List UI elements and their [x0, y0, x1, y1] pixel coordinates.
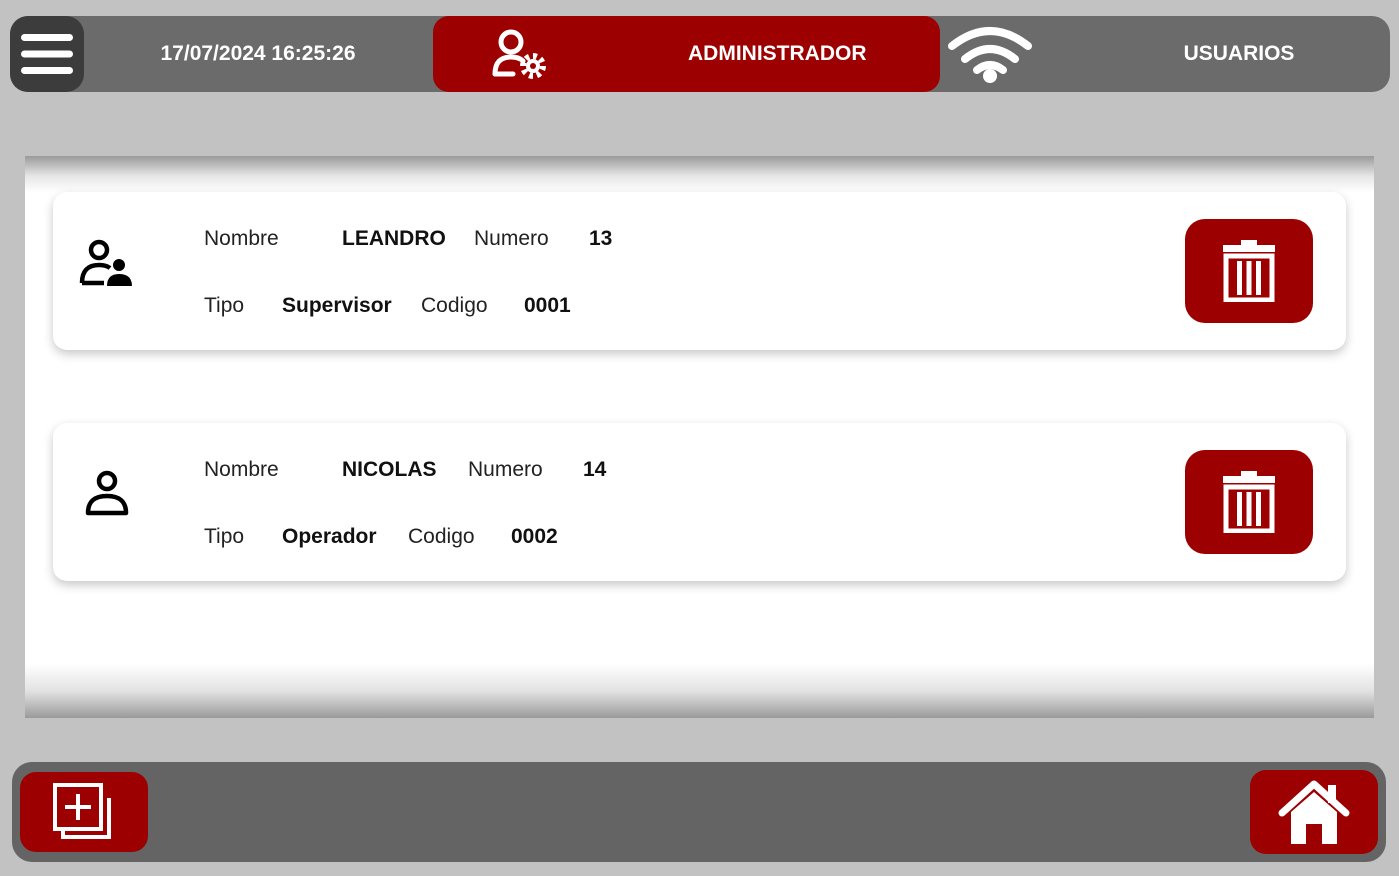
- supervisor-icon: [79, 239, 132, 286]
- home-icon: [1278, 780, 1350, 844]
- user-code: 0001: [524, 294, 571, 317]
- delete-user-button[interactable]: [1185, 450, 1313, 554]
- hamburger-menu-icon: [21, 34, 73, 74]
- delete-user-button[interactable]: [1185, 219, 1313, 323]
- section-title: USUARIOS: [1183, 42, 1295, 65]
- user-gear-icon: [492, 29, 546, 79]
- name-label: Nombre: [204, 458, 279, 481]
- trash-icon: [1223, 471, 1275, 533]
- user-icon: [85, 470, 129, 516]
- wifi-icon: [948, 27, 1032, 83]
- trash-icon: [1223, 240, 1275, 302]
- name-label: Nombre: [204, 227, 279, 250]
- datetime-display: 17/07/2024 16:25:26: [160, 42, 356, 65]
- role-indicator[interactable]: ADMINISTRADOR: [433, 16, 940, 92]
- number-label: Numero: [468, 458, 543, 481]
- user-code: 0002: [511, 525, 558, 548]
- number-label: Numero: [474, 227, 549, 250]
- menu-button[interactable]: [10, 16, 84, 92]
- user-number: 13: [589, 227, 613, 250]
- user-card[interactable]: Nombre NICOLAS Numero 14 Tipo Operador C…: [53, 423, 1346, 581]
- user-type: Supervisor: [282, 294, 392, 317]
- user-name: LEANDRO: [342, 227, 446, 250]
- home-button[interactable]: [1250, 770, 1378, 854]
- user-number: 14: [583, 458, 607, 481]
- bottom-bar: [12, 762, 1386, 862]
- user-card[interactable]: Nombre LEANDRO Numero 13 Tipo Supervisor…: [53, 192, 1346, 350]
- user-type: Operador: [282, 525, 377, 548]
- add-copy-icon: [53, 783, 111, 839]
- type-label: Tipo: [204, 525, 245, 548]
- user-name: NICOLAS: [342, 458, 437, 481]
- add-user-button[interactable]: [20, 772, 148, 852]
- code-label: Codigo: [408, 525, 475, 548]
- code-label: Codigo: [421, 294, 488, 317]
- role-label: ADMINISTRADOR: [688, 42, 867, 65]
- type-label: Tipo: [204, 294, 245, 317]
